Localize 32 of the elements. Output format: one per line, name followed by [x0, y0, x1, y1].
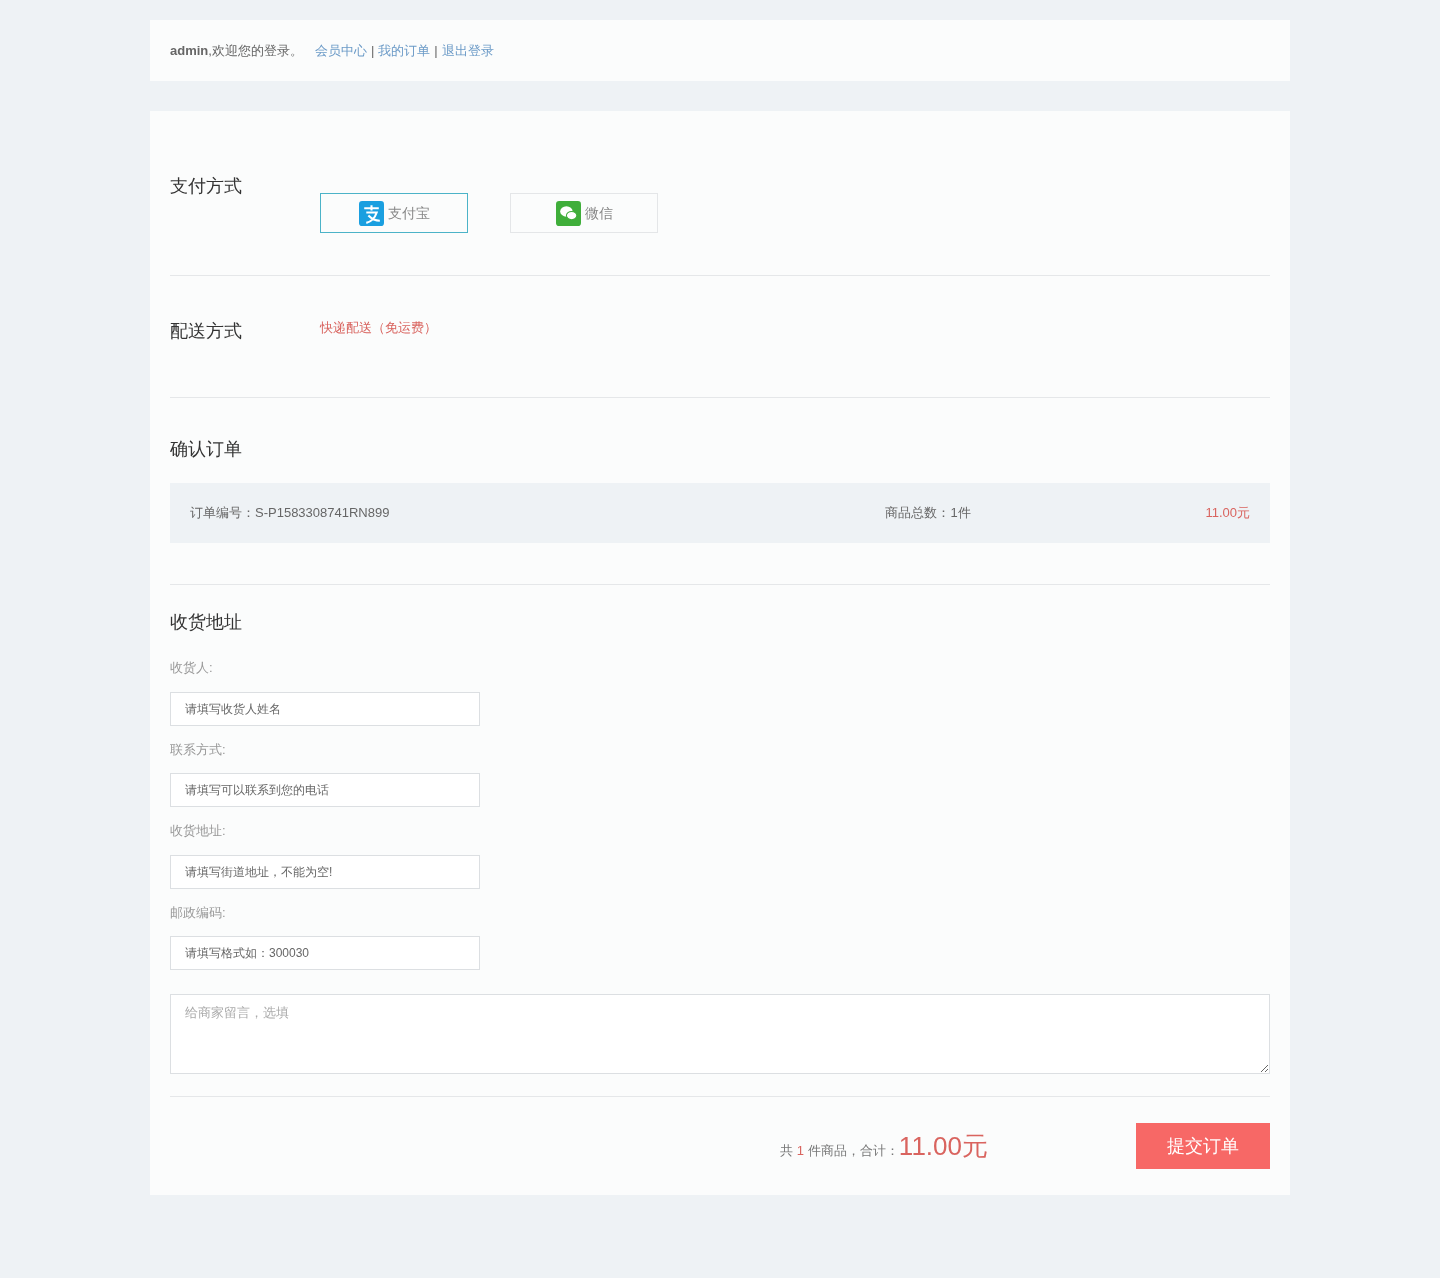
- submit-order-button[interactable]: 提交订单: [1136, 1123, 1270, 1169]
- summary-count: 1: [796, 1141, 804, 1160]
- chat-bubbles-icon: [555, 200, 581, 226]
- input-field[interactable]: 请填写格式如：300030: [170, 936, 480, 970]
- summary-text: 件商品，合计：: [807, 1141, 899, 1160]
- section-title: 确认订单: [170, 438, 243, 461]
- message-field[interactable]: 给商家留言，选填: [170, 994, 1270, 1074]
- delivery-method: 快递配送（免运费）: [320, 319, 437, 337]
- alipay-logo-icon: [358, 200, 384, 226]
- field-label: 收货地址:: [170, 822, 227, 840]
- summary-text: 共: [779, 1141, 793, 1160]
- total-price: 11.00元: [898, 1129, 988, 1163]
- item-count: 商品总数：1件: [885, 504, 972, 523]
- payment-option[interactable]: 微信: [510, 193, 658, 233]
- field-label: 收货人:: [170, 659, 214, 677]
- input-field[interactable]: 请填写街道地址，不能为空!: [170, 854, 480, 889]
- header-link[interactable]: 退出登录: [441, 40, 494, 61]
- section-title: 配送方式: [170, 320, 243, 343]
- header-link[interactable]: 会员中心: [314, 40, 367, 61]
- section-title: 支付方式: [170, 175, 243, 198]
- welcome-text: admin,欢迎您的登录。: [170, 41, 303, 60]
- link-separator: |: [434, 41, 438, 60]
- order-number: 订单编号：S-P1583308741RN899: [190, 504, 391, 523]
- order-price: 11.00元: [1205, 504, 1250, 523]
- payment-option[interactable]: 支付宝: [320, 193, 468, 233]
- header-link[interactable]: 我的订单: [378, 40, 431, 61]
- link-separator: |: [370, 41, 375, 60]
- field-label: 联系方式:: [170, 740, 227, 759]
- input-field[interactable]: 请填写收货人姓名: [170, 691, 480, 726]
- section-title: 收货地址: [170, 611, 243, 634]
- input-field[interactable]: 请填写可以联系到您的电话: [170, 773, 480, 807]
- field-label: 邮政编码:: [170, 903, 227, 922]
